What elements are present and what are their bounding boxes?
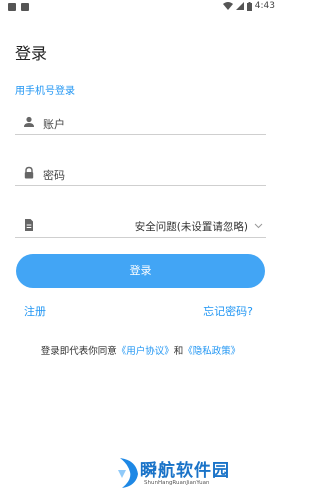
agreement-and: 和	[173, 346, 184, 357]
status-time: 4:43	[254, 1, 275, 11]
watermark-title: 瞬航软件园	[140, 461, 230, 481]
phone-login-link[interactable]: 用手机号登录	[15, 82, 75, 97]
battery-icon	[246, 1, 252, 11]
agreement-prefix: 登录即代表你同意	[40, 346, 117, 357]
document-icon	[25, 219, 33, 231]
password-field[interactable]: 密码	[15, 160, 266, 186]
notification-icon	[21, 3, 29, 11]
status-bar: 4:43	[0, 0, 281, 14]
user-agreement-link[interactable]: 《用户协议》	[117, 346, 174, 357]
notification-icon	[8, 3, 16, 11]
forgot-password-link[interactable]: 忘记密码?	[203, 303, 253, 319]
security-question-value: 安全问题(未设置请忽略)	[134, 221, 248, 233]
account-placeholder: 账户	[43, 118, 65, 131]
wifi-icon	[222, 2, 233, 10]
person-icon	[24, 116, 34, 127]
agreement-text: 登录即代表你同意《用户协议》和《隐私政策》	[0, 343, 281, 357]
security-question-select[interactable]: 安全问题(未设置请忽略)	[15, 212, 266, 238]
account-field[interactable]: 账户	[15, 109, 266, 135]
login-button[interactable]: 登录	[16, 254, 265, 288]
register-link[interactable]: 注册	[24, 303, 46, 319]
watermark: 瞬航软件园 ShunHangRuanJianYuan	[116, 452, 276, 496]
watermark-subtitle: ShunHangRuanJianYuan	[144, 480, 210, 486]
privacy-policy-link[interactable]: 《隐私政策》	[183, 346, 240, 357]
page-title: 登录	[15, 44, 48, 63]
password-placeholder: 密码	[43, 169, 65, 182]
lock-icon	[24, 166, 34, 179]
watermark-logo-icon	[118, 458, 138, 488]
chevron-down-icon	[254, 223, 263, 229]
signal-icon	[235, 2, 244, 10]
